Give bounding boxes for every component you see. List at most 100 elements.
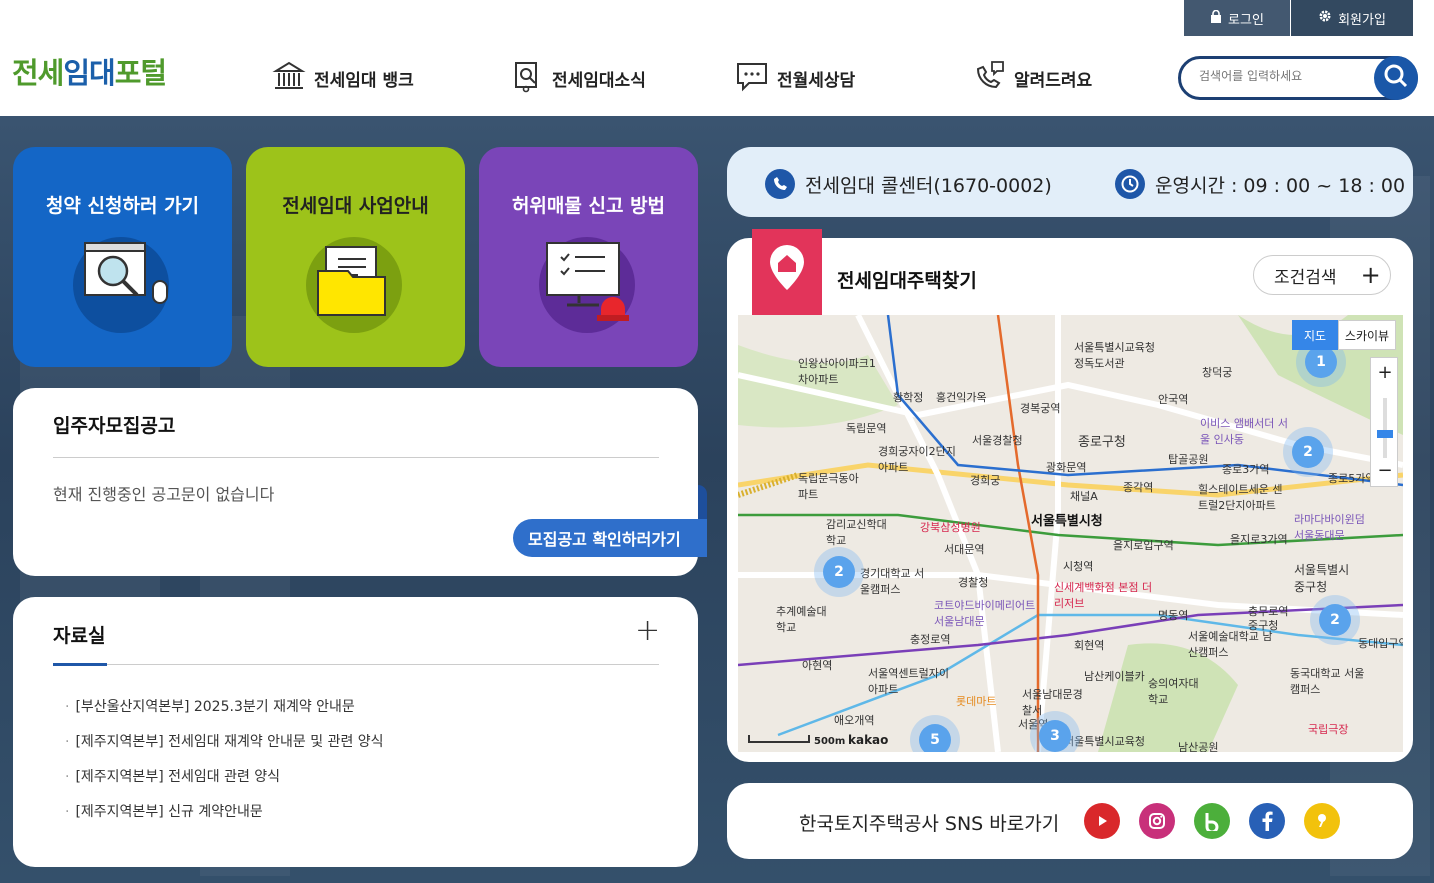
map-label: 이비스 앰배서더 서울 인사동: [1200, 417, 1288, 446]
zoom-slider-handle[interactable]: [1377, 430, 1393, 438]
youtube-icon[interactable]: [1084, 803, 1120, 839]
tab-skyview[interactable]: 스카이뷰: [1338, 320, 1396, 350]
map-cluster-marker[interactable]: 2: [814, 547, 864, 597]
map-provider-logo: kakao: [848, 733, 889, 747]
zoom-slider-track[interactable]: [1383, 398, 1387, 458]
divider: [53, 457, 659, 458]
map-cluster-marker[interactable]: 2: [1283, 427, 1333, 477]
map-zoom-control: + −: [1370, 357, 1398, 487]
map-label: 경희궁: [970, 474, 1001, 487]
monitor-alarm-icon: [539, 237, 635, 333]
join-button[interactable]: 회원가입: [1291, 0, 1413, 36]
search-button[interactable]: [1374, 56, 1418, 100]
list-item[interactable]: [제주지역본부] 신규 계약안내문: [65, 801, 262, 821]
sns-bar: 한국토지주택공사 SNS 바로가기: [727, 783, 1413, 859]
map-label: 경기대학교 서울캠퍼스: [860, 567, 925, 596]
scale-label: 500m: [814, 736, 846, 747]
recruitment-empty-text: 현재 진행중인 공고문이 없습니다: [53, 485, 275, 504]
map-label: 경희궁자이2단지아파트: [878, 445, 956, 474]
operating-hours: 운영시간 : 09 : 00 ~ 18 : 00: [1115, 169, 1405, 199]
map-label: 경복궁역: [1020, 402, 1061, 415]
scale-bar: [748, 735, 810, 743]
nav-item-bank[interactable]: 전세임대 뱅크: [272, 58, 414, 98]
nav-notice-label: 알려드려요: [1014, 70, 1093, 91]
map-label: 힐스테이트세운 센트럴2단지아파트: [1198, 483, 1283, 512]
map-label: 남산공원: [1178, 741, 1219, 752]
map-label: 충정로역: [910, 633, 951, 646]
login-button[interactable]: 로그인: [1184, 0, 1290, 36]
zoom-in-button[interactable]: +: [1371, 362, 1399, 383]
map-cluster-marker[interactable]: 2: [1310, 595, 1360, 645]
map-type-tabs: 지도 스카이뷰: [1292, 320, 1396, 350]
map-label: 창덕궁: [1202, 366, 1233, 379]
nav-item-notice[interactable]: 알려드려요: [972, 58, 1092, 98]
phone-chat-icon: [972, 59, 1006, 98]
tile-business-guide[interactable]: 전세임대 사업안내: [246, 147, 465, 367]
call-center-phone[interactable]: 전세임대 콜센터(1670-0002): [765, 169, 1052, 199]
nav-item-news[interactable]: 전세임대소식: [510, 58, 646, 98]
call-center-label: 전세임대 콜센터(1670-0002): [805, 174, 1052, 197]
map-label: 명동역: [1158, 609, 1189, 622]
list-item[interactable]: [부산울산지역본부] 2025.3분기 재계약 안내문: [65, 696, 354, 716]
map-label: 을지로입구역: [1113, 539, 1174, 552]
map-label: 시청역: [1063, 560, 1094, 573]
documents-title: 자료실: [53, 625, 106, 647]
map-label: 동대입구역: [1358, 637, 1403, 650]
map-label: 안국역: [1158, 393, 1189, 406]
map-label: 서울특별시교육청 정독도서관: [1074, 341, 1155, 370]
housing-map[interactable]: 서울특별시청 경복궁역 종로구청 안국역 광화문역 종각역 을지로입구역 을지로…: [738, 315, 1403, 752]
map-label: 종로구청: [1078, 435, 1126, 450]
condition-search-label: 조건검색: [1274, 267, 1337, 288]
map-label: 독립문극동아파트: [798, 472, 859, 501]
nav-bank-label: 전세임대 뱅크: [314, 70, 414, 91]
blog-icon[interactable]: [1194, 803, 1230, 839]
zoom-out-button[interactable]: −: [1371, 460, 1399, 481]
search-input[interactable]: [1199, 69, 1359, 83]
documents-card: 자료실 + [부산울산지역본부] 2025.3분기 재계약 안내문 [제주지역본…: [13, 597, 698, 867]
list-item[interactable]: [제주지역본부] 전세임대 재계약 안내문 및 관련 양식: [65, 731, 383, 751]
map-label: 채널A: [1070, 490, 1098, 503]
bank-building-icon: [272, 59, 306, 98]
sns-title: 한국토지주택공사 SNS 바로가기: [799, 813, 1060, 835]
kakao-icon[interactable]: [1304, 803, 1340, 839]
tile-subscription-apply[interactable]: 청약 신청하러 가기: [13, 147, 232, 367]
map-label: 서울역센트럴자이아파트: [868, 667, 949, 696]
computer-search-icon: [73, 237, 169, 333]
map-label: 종로5가역: [1328, 472, 1376, 485]
documents-more-button[interactable]: +: [635, 613, 660, 648]
map-label: 탑골공원: [1168, 453, 1209, 466]
map-label: 남산케이블카: [1084, 670, 1145, 683]
recruitment-check-button[interactable]: 모집공고 확인하러가기: [513, 485, 707, 557]
list-item[interactable]: [제주지역본부] 전세임대 관련 양식: [65, 766, 280, 786]
map-label: 신세계백화점 본점 더 리저브: [1054, 581, 1153, 610]
map-label: 서울경찰청: [972, 434, 1023, 447]
instagram-icon[interactable]: [1139, 803, 1175, 839]
lock-icon: [1210, 9, 1222, 27]
facebook-icon[interactable]: [1249, 803, 1285, 839]
condition-search-button[interactable]: 조건검색 +: [1253, 255, 1391, 295]
map-label: 종각역: [1123, 481, 1154, 494]
map-label: 숭의여자대학교: [1148, 677, 1199, 706]
plus-icon: +: [1360, 261, 1381, 289]
map-label: 동국대학교 서울캠퍼스: [1290, 667, 1365, 696]
login-label: 로그인: [1228, 12, 1264, 28]
call-center-bar: 전세임대 콜센터(1670-0002) 운영시간 : 09 : 00 ~ 18 …: [727, 147, 1413, 217]
divider: [53, 664, 659, 665]
tab-map[interactable]: 지도: [1292, 320, 1338, 350]
gear-icon: [1318, 9, 1332, 27]
nav-consult-label: 전월세상담: [777, 70, 856, 91]
nav-item-consult[interactable]: 전월세상담: [735, 58, 855, 98]
map-label: 독립문역: [846, 422, 887, 435]
house-finder-title: 전세임대주택찾기: [837, 270, 977, 292]
map-label: 라마다바이윈덤 서울동대문: [1294, 513, 1365, 542]
map-label: 황학정: [893, 391, 924, 404]
map-label: 아현역: [802, 659, 833, 672]
map-label: 홍건익가옥: [936, 391, 987, 404]
chat-bubble-icon: [735, 59, 769, 98]
site-logo[interactable]: 전세임대포털: [12, 50, 167, 92]
nav-news-label: 전세임대소식: [552, 70, 646, 91]
map-label: 인왕산아이파크1차아파트: [798, 357, 876, 386]
tile-fake-listing-report[interactable]: 허위매물 신고 방법: [479, 147, 698, 367]
map-label: 을지로3가역: [1230, 533, 1288, 546]
clock-icon: [1115, 169, 1145, 199]
